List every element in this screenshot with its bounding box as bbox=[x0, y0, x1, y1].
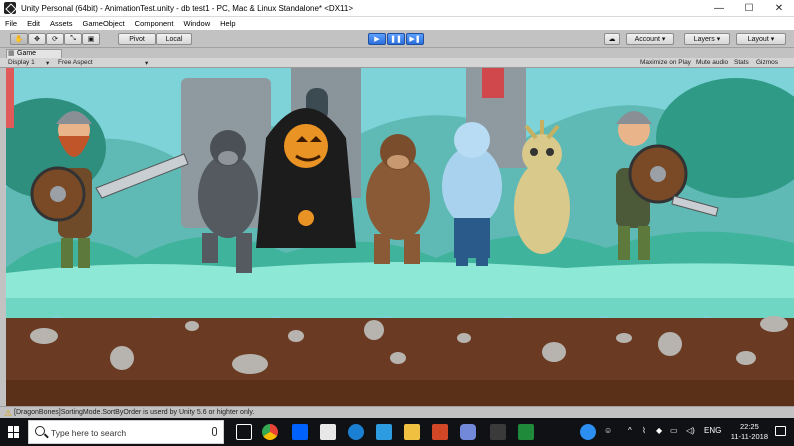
game-viewport[interactable] bbox=[6, 68, 794, 406]
move-tool-icon[interactable]: ✥ bbox=[28, 33, 46, 45]
task-view-icon[interactable] bbox=[236, 424, 252, 440]
close-button[interactable]: ✕ bbox=[764, 0, 794, 17]
volume-icon[interactable]: ◁) bbox=[686, 426, 695, 435]
account-dropdown[interactable]: Account ▾ bbox=[626, 33, 674, 45]
system-clock[interactable]: 22:25 11-11-2018 bbox=[731, 422, 768, 442]
scale-tool-icon[interactable]: ⤡ bbox=[64, 33, 82, 45]
photos-app-icon[interactable] bbox=[432, 424, 448, 440]
local-label: Local bbox=[165, 35, 183, 43]
people-icon[interactable]: ☺ bbox=[604, 426, 612, 435]
minimize-button[interactable]: — bbox=[704, 0, 734, 17]
hand-tool-icon[interactable]: ✋ bbox=[10, 33, 28, 45]
help-icon[interactable] bbox=[580, 424, 596, 440]
local-toggle[interactable]: Local bbox=[156, 33, 192, 45]
ground-bottom bbox=[6, 380, 794, 406]
maximize-on-play-toggle[interactable]: Maximize on Play bbox=[640, 59, 691, 66]
windows-taskbar: Type here to search ☺ ^ ⌇ ◆ ▭ ◁) ENG 22:… bbox=[0, 418, 794, 446]
unity-logo-icon bbox=[4, 2, 16, 14]
menu-window[interactable]: Window bbox=[178, 19, 215, 28]
grass-top bbox=[6, 262, 794, 304]
stats-toggle[interactable]: Stats bbox=[734, 59, 749, 66]
layout-label: Layout bbox=[747, 35, 769, 43]
rotate-tool-icon[interactable]: ⟳ bbox=[46, 33, 64, 45]
console-message: [DragonBones]SortingMode.SortByOrder is … bbox=[14, 409, 255, 416]
pivot-toggle[interactable]: Pivot bbox=[118, 33, 156, 45]
clock-time: 22:25 bbox=[739, 422, 759, 431]
red-flag bbox=[6, 68, 14, 128]
edge-icon[interactable] bbox=[348, 424, 364, 440]
discord-icon[interactable] bbox=[460, 424, 476, 440]
green-app-icon[interactable] bbox=[518, 424, 534, 440]
menu-help[interactable]: Help bbox=[215, 19, 240, 28]
account-label: Account bbox=[634, 35, 660, 43]
game-scene bbox=[6, 68, 794, 406]
layers-dropdown[interactable]: Layers ▾ bbox=[684, 33, 730, 45]
game-options-bar: Display 1 ▾ Free Aspect ▾ Maximize on Pl… bbox=[0, 58, 794, 68]
menu-file[interactable]: File bbox=[0, 19, 22, 28]
play-button[interactable]: ▶ bbox=[368, 33, 386, 45]
layers-label: Layers bbox=[693, 35, 715, 43]
step-button[interactable]: ▶❚ bbox=[406, 33, 424, 45]
menu-edit[interactable]: Edit bbox=[22, 19, 45, 28]
tab-game[interactable]: Game bbox=[6, 49, 62, 58]
taskbar-search-box[interactable]: Type here to search bbox=[28, 420, 224, 444]
microphone-icon[interactable] bbox=[212, 427, 217, 436]
battery-icon[interactable]: ▭ bbox=[670, 426, 678, 435]
main-toolbar: ✋ ✥ ⟳ ⤡ ▣ Pivot Local ▶ ❚❚ ▶❚ ☁ Account … bbox=[0, 30, 794, 48]
notification-icon[interactable] bbox=[775, 426, 786, 436]
menu-component[interactable]: Component bbox=[130, 19, 179, 28]
file-explorer-icon[interactable] bbox=[404, 424, 420, 440]
pivot-label: Pivot bbox=[129, 35, 145, 43]
rect-tool-icon[interactable]: ▣ bbox=[82, 33, 100, 45]
menu-assets[interactable]: Assets bbox=[45, 19, 78, 28]
maximize-button[interactable]: ☐ bbox=[734, 0, 764, 17]
store-icon[interactable] bbox=[320, 424, 336, 440]
search-placeholder: Type here to search bbox=[51, 428, 127, 438]
layout-dropdown[interactable]: Layout ▾ bbox=[736, 33, 786, 45]
castle-banner bbox=[482, 68, 504, 98]
window-title: Unity Personal (64bit) - AnimationTest.u… bbox=[21, 3, 354, 13]
menu-gameobject[interactable]: GameObject bbox=[78, 19, 130, 28]
menu-bar: File Edit Assets GameObject Component Wi… bbox=[0, 17, 794, 30]
windows-start-icon[interactable] bbox=[8, 426, 20, 438]
infinity-app-icon[interactable] bbox=[376, 424, 392, 440]
clock-date: 11-11-2018 bbox=[730, 432, 768, 441]
display-dropdown[interactable]: Display 1 bbox=[8, 59, 35, 66]
chrome-icon[interactable] bbox=[262, 424, 278, 440]
language-indicator[interactable]: ENG bbox=[704, 426, 721, 435]
unity-taskbar-icon[interactable] bbox=[490, 424, 506, 440]
dropbox-icon[interactable] bbox=[292, 424, 308, 440]
gizmos-dropdown[interactable]: Gizmos bbox=[756, 59, 778, 66]
mute-audio-toggle[interactable]: Mute audio bbox=[696, 59, 728, 66]
display-chevron-icon[interactable]: ▾ bbox=[46, 59, 49, 67]
window-titlebar: Unity Personal (64bit) - AnimationTest.u… bbox=[0, 0, 794, 17]
console-status-bar[interactable]: ⚠ [DragonBones]SortingMode.SortByOrder i… bbox=[0, 406, 794, 418]
dropbox-tray-icon[interactable]: ◆ bbox=[656, 426, 662, 435]
game-tab-bar: Game bbox=[0, 48, 794, 58]
pause-button[interactable]: ❚❚ bbox=[387, 33, 405, 45]
cloud-icon[interactable]: ☁ bbox=[604, 33, 620, 45]
tray-chevron-icon[interactable]: ^ bbox=[628, 426, 632, 435]
search-icon bbox=[35, 426, 45, 436]
network-icon[interactable]: ⌇ bbox=[642, 426, 646, 435]
aspect-chevron-icon[interactable]: ▾ bbox=[145, 59, 148, 67]
aspect-dropdown[interactable]: Free Aspect bbox=[58, 59, 93, 66]
